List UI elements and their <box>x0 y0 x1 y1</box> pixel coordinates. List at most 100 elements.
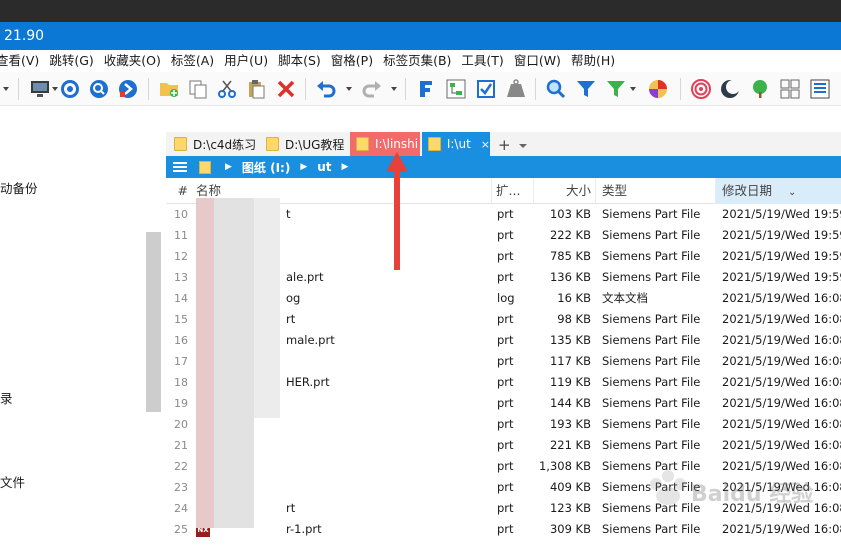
file-ext: prt <box>497 480 514 494</box>
filter-icon[interactable] <box>574 77 598 101</box>
file-type: Siemens Part File <box>602 312 701 326</box>
toolbar-separator <box>148 78 149 100</box>
left-panel-item[interactable]: 文件 <box>0 472 25 491</box>
menu-tags[interactable]: 标签(A) <box>166 50 219 72</box>
column-size[interactable]: 大小 <box>534 178 596 204</box>
forward-circle-icon[interactable] <box>116 77 140 101</box>
close-icon[interactable]: × <box>481 138 490 151</box>
file-type: 文本文档 <box>602 291 648 305</box>
menu-panes[interactable]: 窗格(P) <box>326 50 378 72</box>
paste-icon[interactable] <box>244 77 268 101</box>
file-ext: prt <box>497 375 514 389</box>
file-number: 15 <box>174 313 188 326</box>
column-type[interactable]: 类型 <box>596 178 716 204</box>
delete-icon[interactable] <box>274 77 298 101</box>
chevron-down-icon[interactable] <box>390 85 398 93</box>
menu-script[interactable]: 脚本(S) <box>273 50 326 72</box>
file-number: 17 <box>174 355 188 368</box>
file-size: 123 KB <box>549 501 591 515</box>
column-date-label: 修改日期 <box>722 183 773 198</box>
menu-goto[interactable]: 跳转(G) <box>44 50 98 72</box>
file-date: 2021/5/19/Wed 16:08:00 <box>722 438 841 452</box>
file-number: 16 <box>174 334 188 347</box>
menu-help[interactable]: 帮助(H) <box>566 50 620 72</box>
tree-icon[interactable] <box>444 77 468 101</box>
column-date[interactable]: 修改日期 ⌄ <box>716 178 841 204</box>
left-scrollbar-thumb[interactable] <box>146 232 161 412</box>
file-ext: prt <box>497 312 514 326</box>
chevron-right-icon[interactable]: ▶ <box>300 162 307 172</box>
column-num[interactable]: # <box>166 178 188 204</box>
file-date: 2021/5/19/Wed 16:08:00 <box>722 354 841 368</box>
copy-icon[interactable] <box>186 77 210 101</box>
chevron-down-icon[interactable] <box>518 142 528 150</box>
file-size: 135 KB <box>549 333 591 347</box>
file-ext: prt <box>497 270 514 284</box>
menu-tabsets[interactable]: 标签页集(B) <box>378 50 456 72</box>
file-number: 22 <box>174 460 188 473</box>
target-icon[interactable] <box>58 77 82 101</box>
search-icon[interactable] <box>544 77 568 101</box>
cut-icon[interactable] <box>215 77 239 101</box>
add-tab-icon[interactable]: + <box>498 136 511 154</box>
details-view-icon[interactable] <box>808 77 832 101</box>
monitor-icon[interactable] <box>28 77 52 101</box>
file-type: Siemens Part File <box>602 438 701 452</box>
file-number: 23 <box>174 481 188 494</box>
file-ext: prt <box>497 459 514 473</box>
file-date: 2021/5/19/Wed 16:08:00 <box>722 333 841 347</box>
checkbox-icon[interactable] <box>474 77 498 101</box>
file-date: 2021/5/19/Wed 16:08:00 <box>722 312 841 326</box>
tab-ug[interactable]: D:\UG教程 <box>260 132 348 156</box>
path-folder[interactable]: ut <box>317 160 331 174</box>
folder-icon <box>266 137 279 151</box>
menu-user[interactable]: 用户(U) <box>219 50 273 72</box>
toolbar-separator <box>535 78 536 100</box>
folder-icon <box>356 137 369 151</box>
menu-tools[interactable]: 工具(T) <box>456 50 508 72</box>
file-date: 2021/5/19/Wed 19:59:55 <box>722 270 841 284</box>
toolbar <box>0 72 841 106</box>
redo-icon[interactable] <box>360 77 384 101</box>
sort-down-icon: ⌄ <box>788 187 797 198</box>
table-row[interactable]: 21 prt 221 KB Siemens Part File 2021/5/19/We… <box>166 435 841 456</box>
folder-icon <box>428 137 441 151</box>
file-number: 21 <box>174 439 188 452</box>
tree-plant-icon[interactable] <box>748 77 772 101</box>
search-circle-icon[interactable] <box>87 77 111 101</box>
weight-icon[interactable] <box>504 77 528 101</box>
f-icon[interactable] <box>414 77 438 101</box>
column-ext[interactable]: 扩... <box>492 178 534 204</box>
left-panel: 动备份 录 文件 <box>0 106 166 548</box>
chevron-right-icon[interactable]: ▶ <box>225 162 232 172</box>
path-drive[interactable]: 图纸 (I:) <box>242 159 290 176</box>
menu-view[interactable]: 查看(V) <box>0 50 44 72</box>
chevron-down-icon[interactable] <box>629 85 637 93</box>
file-size: 16 KB <box>557 291 591 305</box>
chevron-down-icon[interactable] <box>345 85 353 93</box>
chevron-down-icon[interactable] <box>2 85 10 93</box>
window-title: 21.90 <box>0 22 841 50</box>
spiral-icon[interactable] <box>689 77 713 101</box>
file-size: 144 KB <box>549 396 591 410</box>
grid-view-icon[interactable] <box>778 77 802 101</box>
color-wheel-icon[interactable] <box>646 77 670 101</box>
chevron-right-icon[interactable]: ▶ <box>342 162 349 172</box>
file-ext: prt <box>497 396 514 410</box>
file-date: 2021/5/19/Wed 16:08:00 <box>722 396 841 410</box>
left-panel-item[interactable]: 录 <box>0 388 13 407</box>
filter-green-icon[interactable] <box>604 77 628 101</box>
moon-icon[interactable] <box>718 77 742 101</box>
new-folder-icon[interactable] <box>157 77 181 101</box>
file-pane: D:\c4d练习 D:\UG教程 I:\linshi I:\ut × + ▶ 图纸… <box>166 106 841 548</box>
left-panel-item[interactable]: 动备份 <box>0 178 38 197</box>
menu-window[interactable]: 窗口(W) <box>509 50 566 72</box>
tab-ut[interactable]: I:\ut × <box>422 132 490 156</box>
tab-c4d[interactable]: D:\c4d练习 <box>168 132 258 156</box>
pixelated-region <box>196 198 216 528</box>
hamburger-icon[interactable] <box>173 160 187 174</box>
folder-icon[interactable] <box>199 160 211 174</box>
undo-icon[interactable] <box>314 77 338 101</box>
pixelated-region <box>254 198 280 418</box>
menu-favorites[interactable]: 收藏夹(O) <box>99 50 166 72</box>
